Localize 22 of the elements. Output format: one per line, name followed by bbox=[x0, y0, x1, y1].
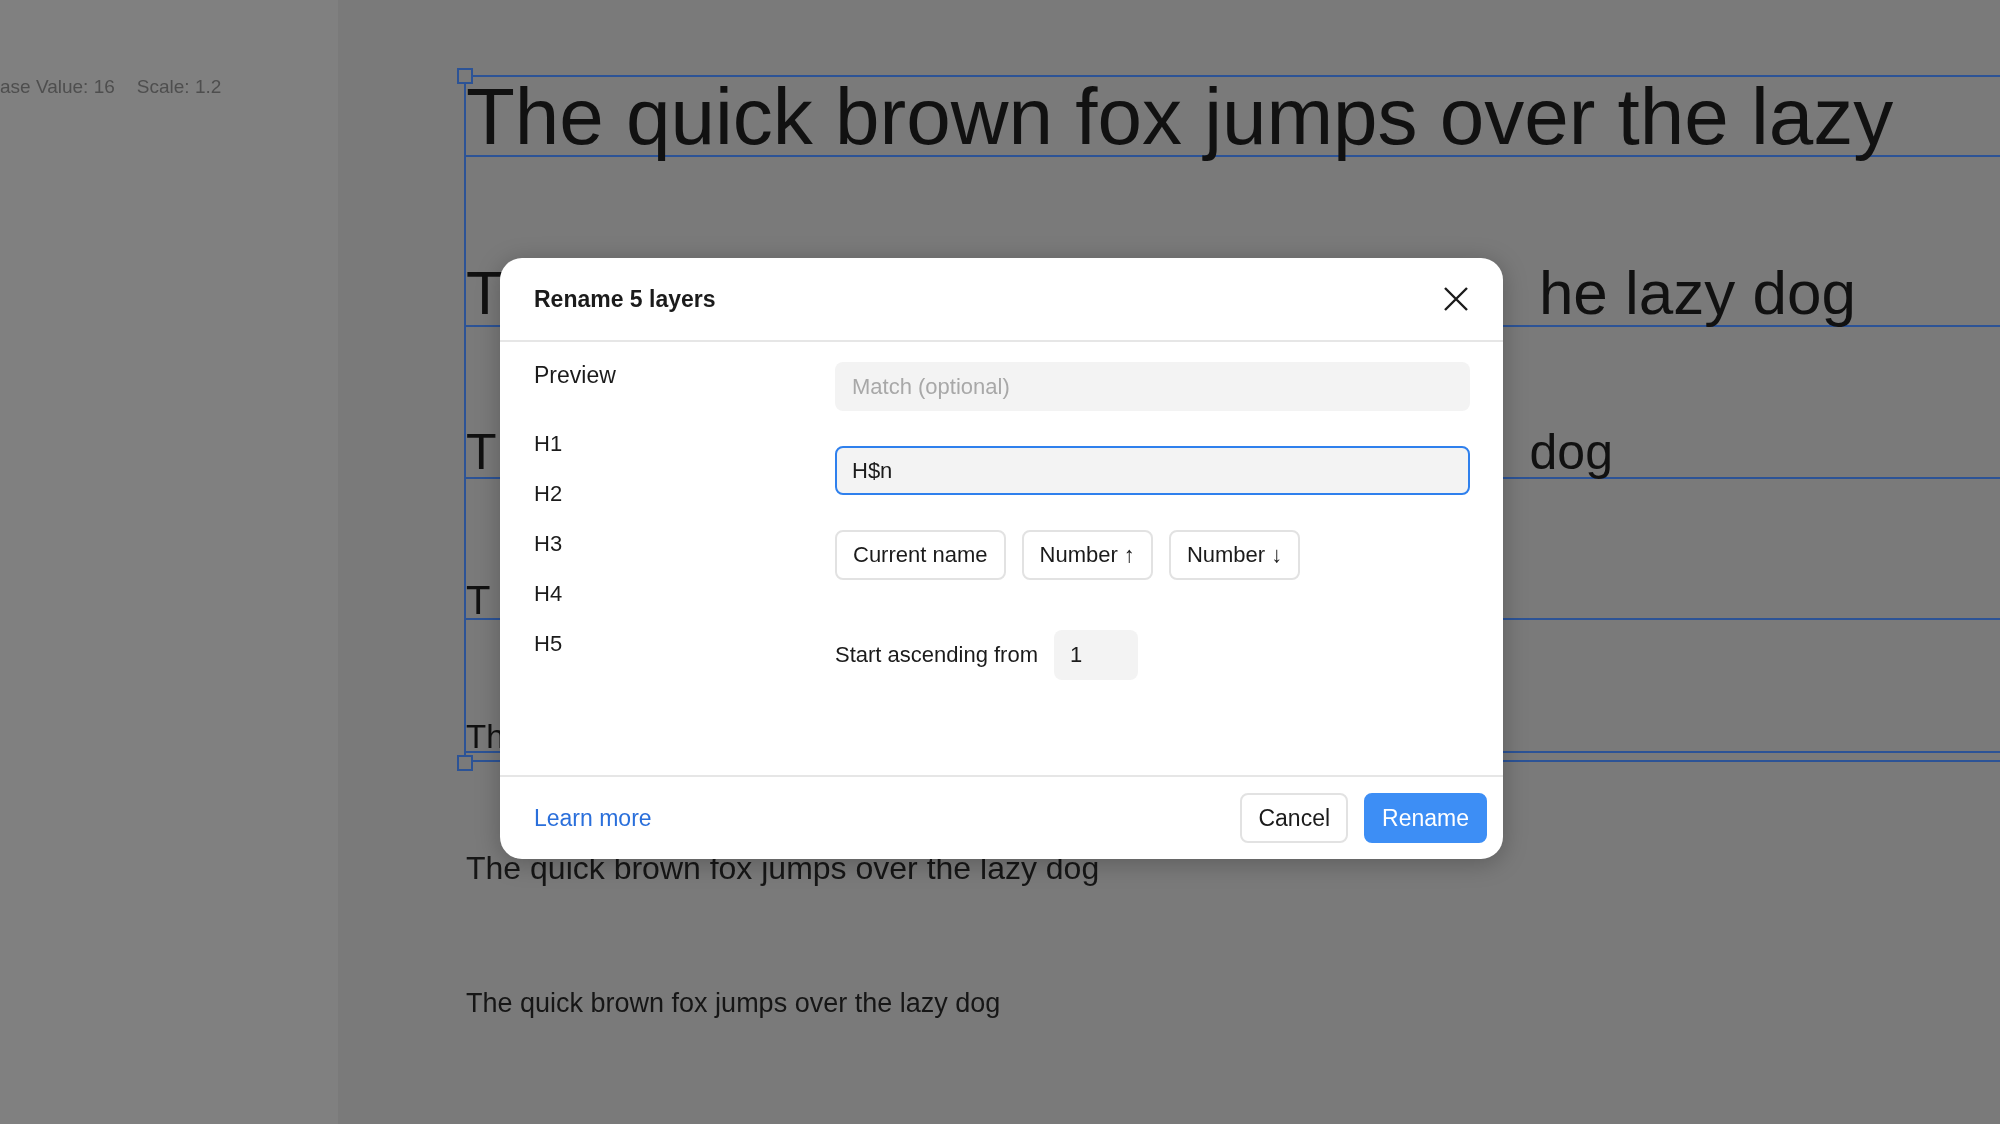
match-field[interactable]: Match (optional) bbox=[835, 362, 1470, 411]
dialog-title: Rename 5 layers bbox=[534, 285, 716, 313]
canvas-text: T bbox=[466, 427, 497, 477]
start-label: Start ascending from bbox=[835, 642, 1038, 668]
start-number-field[interactable]: 1 bbox=[1054, 630, 1138, 680]
cancel-button[interactable]: Cancel bbox=[1240, 793, 1349, 843]
resize-handle[interactable] bbox=[457, 755, 473, 771]
canvas-text: dog bbox=[1529, 427, 1613, 477]
rename-field[interactable]: H$n bbox=[835, 446, 1470, 495]
resize-handle[interactable] bbox=[457, 68, 473, 84]
preview-item: H1 bbox=[534, 430, 564, 458]
preview-item: H2 bbox=[534, 480, 564, 508]
canvas-text: The quick brown fox jumps over the lazy dog bbox=[466, 988, 1001, 1019]
learn-more-link[interactable]: Learn more bbox=[534, 804, 652, 832]
preview-item: H4 bbox=[534, 580, 564, 608]
canvas-text: T bbox=[466, 580, 491, 620]
preview-item: H5 bbox=[534, 630, 564, 658]
token-button[interactable]: Current name bbox=[835, 530, 1006, 580]
token-button[interactable]: Number ↓ bbox=[1168, 530, 1301, 580]
preview-label: Preview bbox=[534, 362, 617, 389]
token-button[interactable]: Number ↑ bbox=[1021, 530, 1153, 580]
preview-item: H3 bbox=[534, 530, 564, 558]
